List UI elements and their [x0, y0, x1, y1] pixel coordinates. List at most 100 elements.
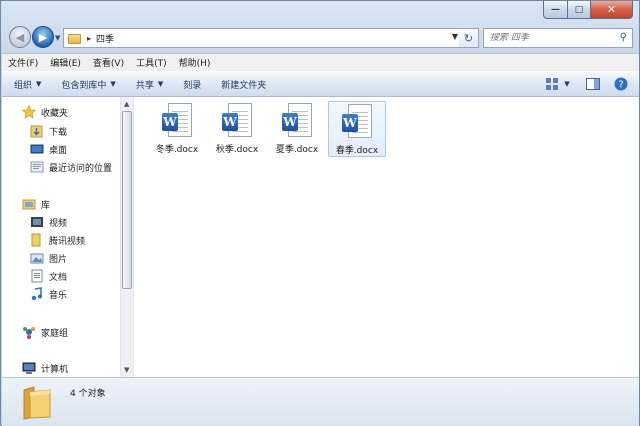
scroll-down-icon[interactable]: ▼	[124, 366, 129, 374]
nav-scrollbar[interactable]: ▲ ▼	[120, 97, 133, 377]
nav-documents[interactable]: 文档	[30, 267, 67, 285]
address-bar[interactable]: ▸ 四季 ▼	[63, 28, 477, 48]
new-folder-button[interactable]: 新建文件夹	[221, 78, 266, 91]
nav-videos[interactable]: 视频	[30, 213, 67, 231]
file-name: 春季.docx	[335, 146, 379, 156]
nav-favorites[interactable]: 收藏夹	[21, 103, 69, 121]
menu-view[interactable]: 查看(V)	[93, 56, 124, 69]
nav-libraries-label: 库	[41, 200, 51, 211]
menu-tools[interactable]: 工具(T)	[136, 56, 167, 69]
include-in-library-button[interactable]: 包含到库中 ▼	[61, 78, 115, 91]
refresh-button[interactable]: ↻	[459, 28, 479, 48]
nav-recent-places[interactable]: 最近访问的位置	[30, 158, 112, 176]
view-controls: ▼ ?	[537, 76, 629, 92]
star-icon	[21, 104, 37, 119]
nav-favorites-label: 收藏夹	[41, 108, 69, 119]
preview-pane-icon[interactable]	[585, 76, 601, 92]
caption-buttons: — □ ✕	[543, 1, 633, 19]
maximize-button[interactable]: □	[568, 1, 591, 19]
nav-music-label: 音乐	[49, 290, 68, 301]
word-document-icon: W	[282, 103, 312, 139]
menu-help[interactable]: 帮助(H)	[179, 56, 211, 69]
recent-places-icon	[30, 160, 44, 174]
organize-label: 组织	[14, 80, 33, 91]
search-icon[interactable]: ⚲	[620, 32, 627, 43]
folder-icon	[22, 384, 52, 420]
nav-desktop[interactable]: 桌面	[30, 140, 67, 158]
file-name: 夏季.docx	[275, 145, 319, 155]
scroll-thumb[interactable]	[122, 111, 132, 289]
file-item[interactable]: W 秋季.docx	[208, 101, 266, 157]
burn-button[interactable]: 刻录	[183, 78, 201, 91]
word-document-icon: W	[342, 104, 372, 140]
nav-homegroup-label: 家庭组	[41, 328, 69, 339]
nav-libraries[interactable]: 库	[22, 195, 50, 213]
menu-file[interactable]: 文件(F)	[8, 56, 38, 69]
navigation-pane: 收藏夹 下载 桌面 最近访问的位置 库 视频 腾讯视频 图片 文档 音乐 家庭组…	[2, 97, 120, 377]
computer-icon	[22, 361, 36, 375]
item-count: 4 个对象	[70, 389, 106, 399]
search-box[interactable]: ⚲	[483, 28, 633, 48]
nav-computer-label: 计算机	[41, 364, 69, 375]
refresh-icon: ↻	[463, 31, 474, 45]
content-area: 收藏夹 下载 桌面 最近访问的位置 库 视频 腾讯视频 图片 文档 音乐 家庭组…	[2, 97, 639, 377]
word-document-icon: W	[222, 103, 252, 139]
nav-tencent-video[interactable]: 腾讯视频	[30, 231, 85, 249]
file-list: W 冬季.docx W 秋季.docx W 夏季.docx W 春季.docx	[142, 97, 632, 377]
address-dropdown-icon[interactable]: ▼	[452, 32, 458, 41]
pane-divider[interactable]	[133, 97, 134, 377]
view-options-icon[interactable]	[545, 76, 561, 92]
desktop-icon	[30, 142, 44, 156]
nav-documents-label: 文档	[49, 272, 68, 283]
search-input[interactable]	[490, 33, 608, 43]
share-label: 共享	[135, 80, 154, 91]
file-item[interactable]: W 夏季.docx	[268, 101, 326, 157]
arrow-right-icon: ▶	[38, 30, 48, 44]
file-item-selected[interactable]: W 春季.docx	[328, 101, 386, 157]
menu-edit[interactable]: 编辑(E)	[50, 56, 81, 69]
svg-text:?: ?	[618, 80, 623, 91]
homegroup-icon	[22, 325, 36, 339]
breadcrumb[interactable]: 四季	[96, 32, 114, 45]
share-button[interactable]: 共享 ▼	[136, 78, 163, 91]
nav-recent-label: 最近访问的位置	[49, 163, 113, 174]
menu-bar: 文件(F) 编辑(E) 查看(V) 工具(T) 帮助(H)	[2, 53, 639, 71]
minimize-button[interactable]: —	[543, 1, 568, 19]
downloads-folder-icon	[30, 124, 44, 138]
forward-button[interactable]: ▶	[32, 26, 54, 48]
libraries-icon	[22, 197, 36, 211]
details-pane: 4 个对象	[2, 377, 639, 426]
close-button[interactable]: ✕	[591, 1, 633, 19]
scroll-up-icon[interactable]: ▲	[124, 100, 129, 108]
nav-downloads[interactable]: 下载	[30, 122, 67, 140]
file-name: 秋季.docx	[215, 145, 259, 155]
nav-desktop-label: 桌面	[49, 145, 68, 156]
nav-music[interactable]: 音乐	[30, 285, 67, 303]
file-name: 冬季.docx	[155, 145, 199, 155]
folder-icon	[30, 233, 44, 247]
breadcrumb-separator[interactable]: ▸	[87, 34, 91, 43]
organize-button[interactable]: 组织 ▼	[14, 78, 41, 91]
explorer-window: — □ ✕ ◀ ▶ ▼ ▸ 四季 ▼ ↻ ⚲ 文件(F) 编辑(E) 查看(V)…	[0, 0, 640, 426]
recent-pages-dropdown[interactable]: ▼	[55, 34, 60, 42]
video-library-icon	[30, 215, 44, 229]
nav-pictures-label: 图片	[49, 254, 68, 265]
nav-computer[interactable]: 计算机	[22, 359, 68, 377]
file-item[interactable]: W 冬季.docx	[148, 101, 206, 157]
nav-videos-label: 视频	[49, 218, 68, 229]
back-button[interactable]: ◀	[9, 26, 31, 48]
chevron-down-icon: ▼	[157, 80, 164, 88]
nav-tencent-video-label: 腾讯视频	[49, 236, 86, 247]
nav-downloads-label: 下载	[49, 127, 68, 138]
command-bar: 组织 ▼ 包含到库中 ▼ 共享 ▼ 刻录 新建文件夹 ▼ ?	[2, 71, 639, 97]
chevron-down-icon: ▼	[110, 80, 116, 88]
help-icon[interactable]: ?	[613, 76, 629, 92]
new-folder-label: 新建文件夹	[221, 80, 267, 91]
nav-pictures[interactable]: 图片	[30, 249, 67, 267]
chevron-down-icon: ▼	[36, 80, 42, 88]
include-label: 包含到库中	[61, 80, 107, 91]
nav-homegroup[interactable]: 家庭组	[22, 323, 68, 341]
view-dropdown-icon[interactable]: ▼	[563, 76, 571, 92]
document-library-icon	[30, 269, 44, 283]
burn-label: 刻录	[183, 80, 202, 91]
